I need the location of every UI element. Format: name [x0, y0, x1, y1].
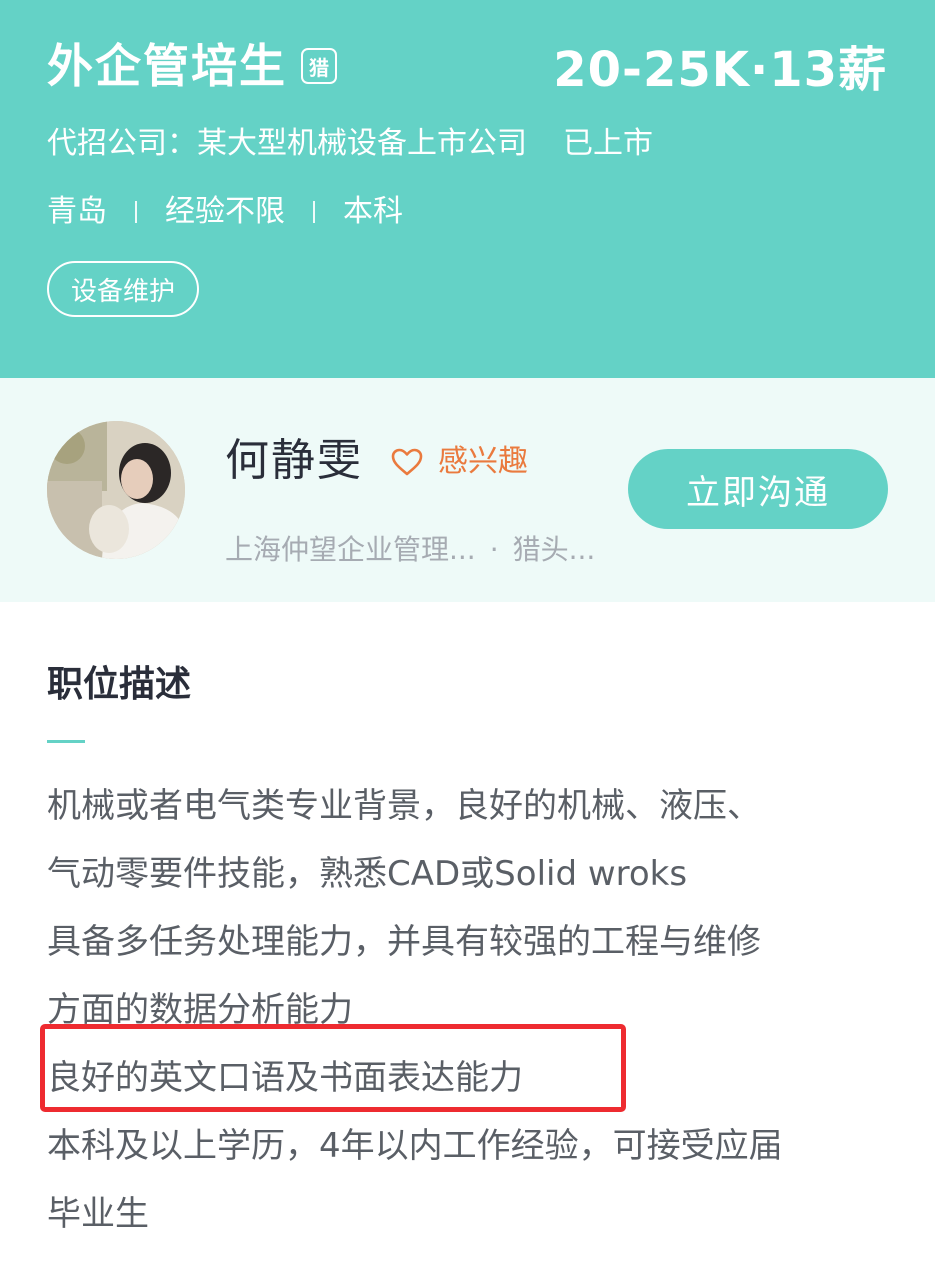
job-city: 青岛	[47, 194, 107, 229]
description-line: 气动零要件技能，熟悉CAD或Solid wroks	[47, 854, 688, 894]
company-name[interactable]: 代招公司：某大型机械设备上市公司	[47, 124, 527, 164]
description-line: 毕业生	[47, 1194, 149, 1234]
hunter-badge: 猎	[301, 48, 337, 84]
section-title: 职位描述	[47, 664, 192, 705]
company-info: 代招公司：某大型机械设备上市公司 已上市	[47, 124, 653, 164]
chat-now-button[interactable]: 立即沟通	[628, 449, 888, 529]
separator-dot: ·	[489, 533, 499, 566]
skill-tag[interactable]: 设备维护	[47, 261, 200, 317]
avatar-image	[47, 421, 185, 559]
recruiter-card: 何静雯 感兴趣 上海仲望企业管理... · 猎头... 立即沟通	[0, 378, 935, 602]
job-experience: 经验不限	[165, 194, 285, 229]
salary: 20-25K·13薪	[553, 42, 887, 98]
section-underline	[47, 740, 85, 743]
recruiter-name[interactable]: 何静雯	[225, 434, 363, 488]
highlight-annotation-box	[40, 1024, 626, 1112]
interest-button[interactable]: 感兴趣	[390, 442, 528, 482]
description-line: 具备多任务处理能力，并具有较强的工程与维修	[47, 922, 761, 962]
description-line: 机械或者电气类专业背景，良好的机械、液压、	[47, 786, 761, 826]
interest-label: 感兴趣	[438, 444, 528, 479]
job-title: 外企管培生	[47, 39, 287, 93]
job-education: 本科	[343, 194, 403, 229]
recruiter-role: 猎头...	[512, 533, 596, 566]
heart-icon	[391, 448, 423, 476]
job-title-row: 外企管培生 猎	[47, 36, 337, 96]
job-description: 机械或者电气类专业背景，良好的机械、液压、 气动零要件技能，熟悉CAD或Soli…	[47, 772, 907, 1248]
listed-status: 已上市	[563, 126, 653, 161]
recruiter-company-row: 上海仲望企业管理... · 猎头...	[225, 530, 595, 570]
recruiter-company: 上海仲望企业管理...	[225, 533, 476, 566]
meta-divider	[135, 201, 137, 223]
job-meta: 青岛 经验不限 本科	[47, 192, 403, 232]
meta-divider	[313, 201, 315, 223]
description-line: 本科及以上学历，4年以内工作经验，可接受应届	[47, 1126, 783, 1166]
job-header: 外企管培生 猎 20-25K·13薪 代招公司：某大型机械设备上市公司 已上市 …	[0, 0, 935, 378]
avatar[interactable]	[47, 421, 185, 559]
